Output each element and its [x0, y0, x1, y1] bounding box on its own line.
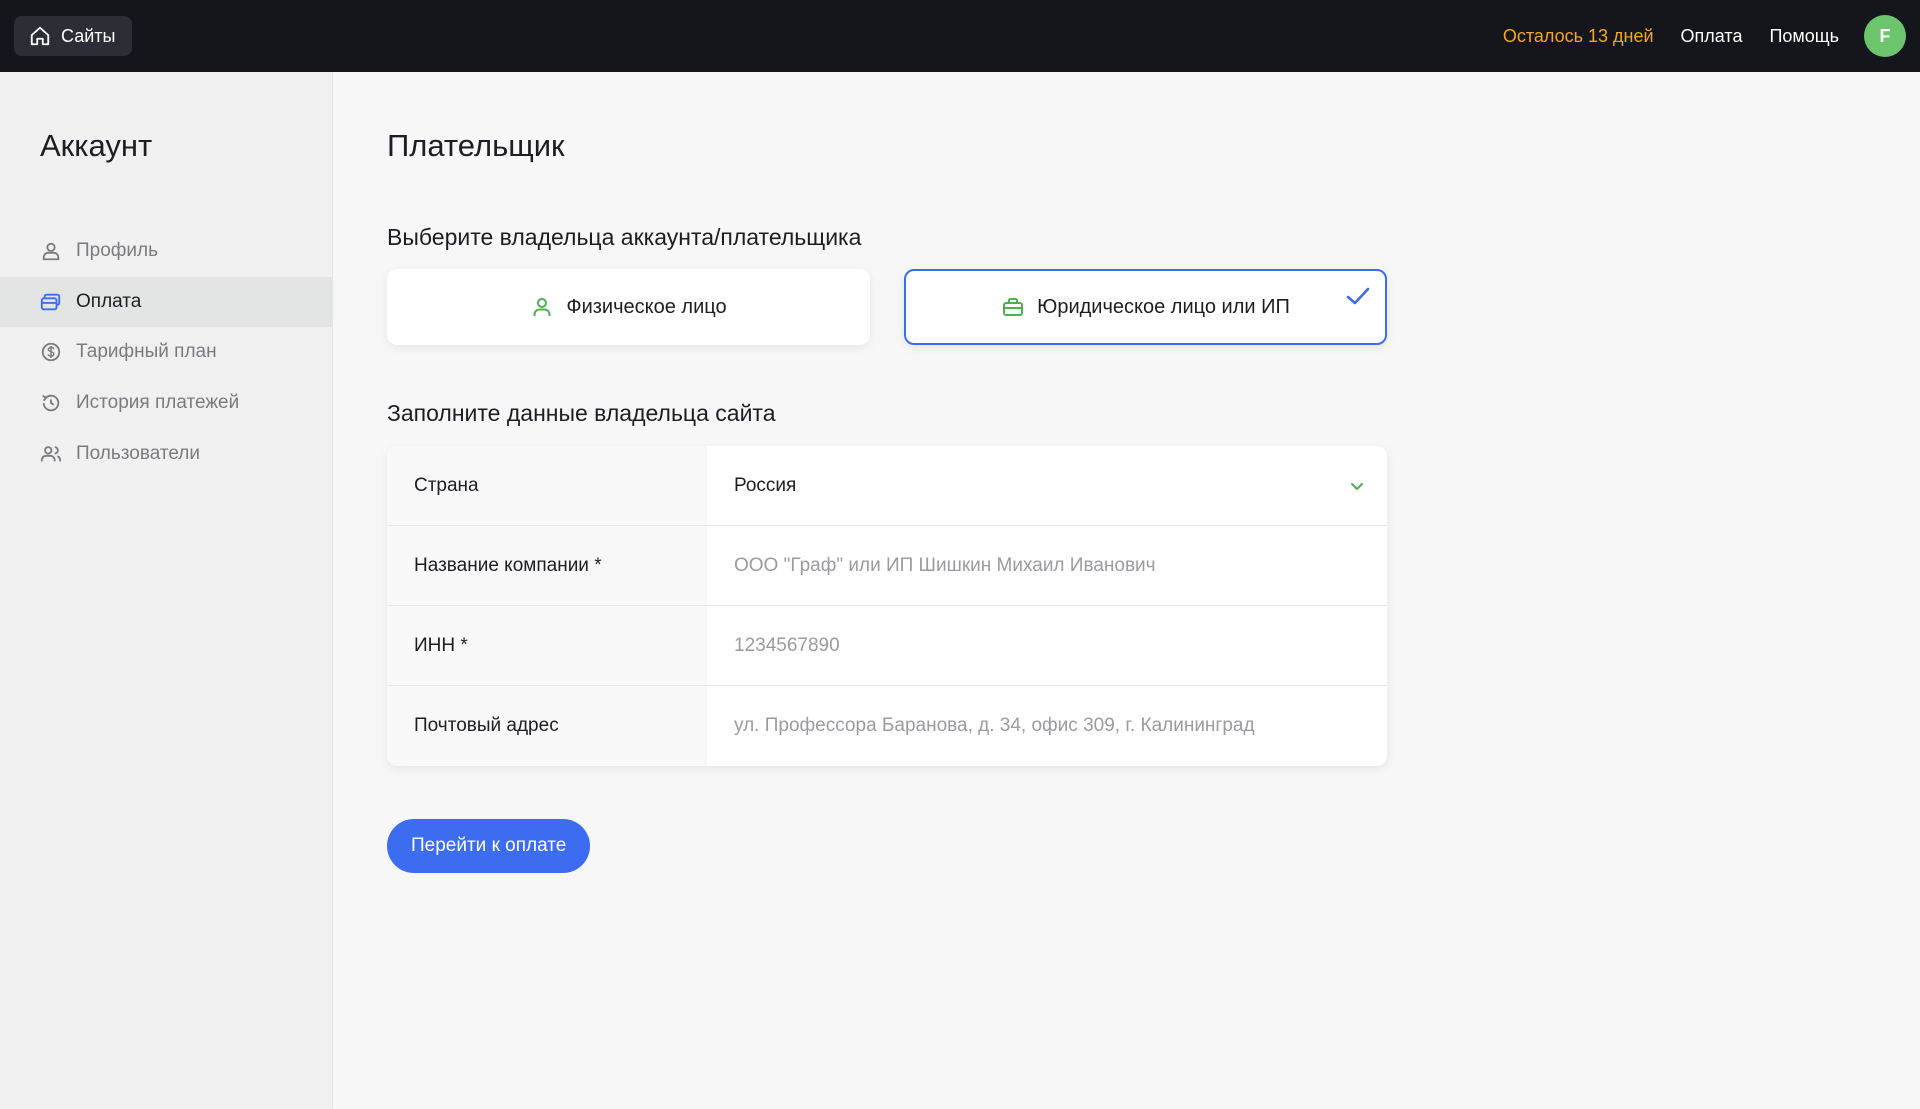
country-label: Страна	[387, 446, 707, 525]
inn-input[interactable]: 1234567890	[707, 606, 1387, 685]
card-icon	[40, 293, 61, 310]
sites-button[interactable]: Сайты	[14, 16, 133, 56]
individual-option-label: Физическое лицо	[566, 295, 727, 318]
briefcase-icon	[1003, 298, 1024, 316]
sidebar-item-label: Пользователи	[76, 442, 201, 464]
legal-entity-option[interactable]: Юридическое лицо или ИП	[904, 269, 1387, 345]
sidebar-item-label: Оплата	[76, 290, 142, 312]
history-icon	[42, 394, 60, 412]
checkmark-icon	[1346, 287, 1370, 305]
top-bar: Сайты Осталось 13 дней Оплата Помощь F	[0, 0, 1920, 72]
sidebar-item-label: Профиль	[76, 240, 159, 261]
sidebar-title: Аккаунт	[40, 128, 153, 163]
sidebar-item-label: История платежей	[76, 392, 240, 414]
page-title: Плательщик	[387, 128, 565, 163]
payment-link[interactable]: Оплата	[1681, 26, 1743, 47]
owner-section-title: Выберите владельца аккаунта/плательщика	[387, 224, 862, 250]
form-section-title: Заполните данные владельца сайта	[387, 400, 776, 426]
sidebar-item-users[interactable]: Пользователи	[0, 429, 333, 479]
form-row-address: Почтовый адрес ул. Профессора Баранова, …	[387, 686, 1387, 766]
home-icon	[30, 26, 50, 46]
sidebar-nav: Профиль Оплата Тарифный план История пла…	[0, 226, 333, 479]
owner-form: Страна Россия Название компании * ООО "Г…	[387, 446, 1387, 766]
user-icon	[42, 242, 60, 261]
company-name-input[interactable]: ООО "Граф" или ИП Шишкин Михаил Иванович	[707, 526, 1387, 605]
dollar-icon	[41, 343, 61, 362]
form-row-country: Страна Россия	[387, 446, 1387, 526]
sidebar-item-history[interactable]: История платежей	[0, 378, 333, 428]
postal-address-input[interactable]: ул. Профессора Баранова, д. 34, офис 309…	[707, 686, 1387, 766]
country-select[interactable]: Россия	[707, 446, 1387, 525]
users-icon	[40, 445, 62, 462]
country-value: Россия	[734, 474, 797, 496]
sidebar: Аккаунт Профиль Оплата Тарифный план Ист…	[0, 72, 333, 1109]
sidebar-item-profile[interactable]: Профиль	[0, 226, 333, 276]
proceed-to-payment-button[interactable]: Перейти к оплате	[387, 819, 591, 873]
inn-label: ИНН *	[387, 606, 707, 685]
person-icon	[533, 298, 551, 316]
chevron-down-icon	[1351, 482, 1363, 490]
form-row-company: Название компании * ООО "Граф" или ИП Ши…	[387, 526, 1387, 606]
trial-remaining-link[interactable]: Осталось 13 дней	[1503, 26, 1654, 47]
form-row-inn: ИНН * 1234567890	[387, 606, 1387, 686]
help-link[interactable]: Помощь	[1769, 26, 1839, 47]
sidebar-item-tariff[interactable]: Тарифный план	[0, 327, 333, 377]
postal-address-label: Почтовый адрес	[387, 686, 707, 766]
avatar[interactable]: F	[1864, 15, 1906, 57]
individual-option[interactable]: Физическое лицо	[387, 269, 870, 345]
sidebar-item-label: Тарифный план	[76, 341, 217, 363]
sites-label: Сайты	[61, 25, 116, 46]
sidebar-item-payment[interactable]: Оплата	[0, 276, 333, 327]
company-name-label: Название компании *	[387, 526, 707, 605]
legal-entity-option-label: Юридическое лицо или ИП	[1037, 295, 1290, 318]
